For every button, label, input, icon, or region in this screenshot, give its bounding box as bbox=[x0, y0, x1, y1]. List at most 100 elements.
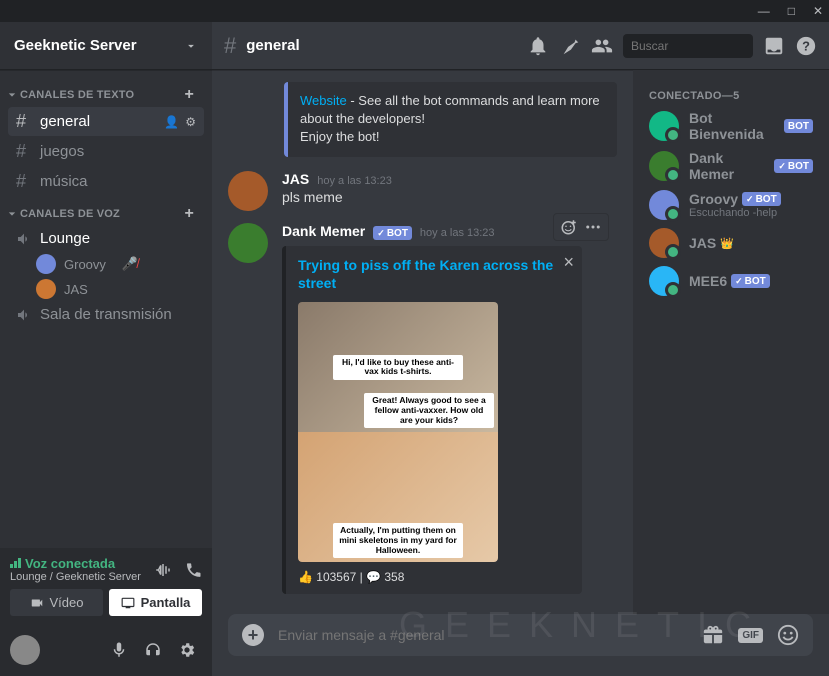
member-row[interactable]: MEE6 BOT bbox=[641, 262, 821, 300]
embed-image[interactable]: Hi, I'd like to buy these anti-vax kids … bbox=[298, 302, 498, 562]
avatar bbox=[36, 279, 56, 299]
member-row[interactable]: Dank Memer BOT bbox=[641, 146, 821, 186]
video-button[interactable]: Vídeo bbox=[10, 589, 103, 616]
notifications-icon[interactable] bbox=[527, 35, 549, 57]
message-text: pls meme bbox=[282, 189, 617, 205]
bot-tag: BOT bbox=[731, 274, 770, 288]
settings-icon[interactable] bbox=[178, 641, 196, 659]
vc-user[interactable]: Groovy 🎤̸ bbox=[4, 252, 204, 276]
avatar bbox=[649, 266, 679, 296]
voice-channel-lounge[interactable]: Lounge bbox=[8, 226, 204, 251]
embed-link[interactable]: Website bbox=[300, 93, 347, 108]
embed-title[interactable]: Trying to piss off the Karen across the … bbox=[298, 256, 570, 292]
deafen-icon[interactable] bbox=[144, 641, 162, 659]
noise-suppression-icon[interactable] bbox=[154, 561, 172, 579]
bot-tag: BOT bbox=[774, 159, 813, 173]
add-text-channel-icon[interactable]: + bbox=[184, 86, 194, 104]
voice-channel-path: Lounge / Geeknetic Server bbox=[10, 571, 141, 583]
channel-label: juegos bbox=[40, 143, 84, 160]
channel-label: general bbox=[40, 113, 90, 130]
member-name: MEE6 bbox=[689, 273, 727, 289]
message-author[interactable]: Dank Memer bbox=[282, 223, 365, 239]
text-channel-juegos[interactable]: # juegos bbox=[8, 137, 204, 166]
disconnect-icon[interactable] bbox=[184, 561, 202, 579]
screen-share-button[interactable]: Pantalla bbox=[109, 589, 202, 616]
avatar bbox=[649, 190, 679, 220]
chat-main: # general ? Website - See all the bot co… bbox=[212, 22, 829, 676]
add-reaction-icon[interactable] bbox=[560, 218, 578, 236]
help-icon[interactable]: ? bbox=[795, 35, 817, 57]
server-dropdown[interactable]: Geeknetic Server bbox=[0, 22, 212, 70]
channel-name: general bbox=[246, 37, 299, 54]
vc-user-name: JAS bbox=[64, 282, 88, 297]
hash-icon: # bbox=[16, 111, 32, 132]
message-input-box[interactable]: + GIF bbox=[228, 614, 813, 656]
window-minimize[interactable]: — bbox=[758, 4, 770, 18]
invite-icon[interactable]: 👤 bbox=[164, 115, 179, 129]
add-voice-channel-icon[interactable]: + bbox=[184, 205, 194, 223]
mute-icon[interactable] bbox=[110, 641, 128, 659]
channel-settings-icon[interactable]: ⚙ bbox=[185, 115, 196, 129]
member-list: CONECTADO—5 Bot BienvenidaBOTDank MemerB… bbox=[633, 70, 829, 614]
voice-status-label: Voz conectada bbox=[10, 556, 141, 571]
text-channel-música[interactable]: #música bbox=[8, 167, 204, 196]
text-channel-general[interactable]: # general 👤 ⚙ bbox=[8, 107, 204, 136]
window-close[interactable]: ✕ bbox=[813, 4, 823, 18]
inbox-icon[interactable] bbox=[763, 35, 785, 57]
more-icon[interactable] bbox=[584, 218, 602, 236]
chevron-down-icon bbox=[184, 39, 198, 53]
bot-tag: BOT bbox=[742, 192, 781, 206]
avatar[interactable] bbox=[228, 171, 268, 211]
member-row[interactable]: JAS👑 bbox=[641, 224, 821, 262]
voice-connected-panel: Voz conectada Lounge / Geeknetic Server … bbox=[0, 548, 212, 624]
message: JAS hoy a las 13:23 pls meme bbox=[228, 171, 617, 211]
pinned-icon[interactable] bbox=[559, 35, 581, 57]
close-icon[interactable]: × bbox=[563, 252, 574, 273]
chat-header: # general ? bbox=[212, 22, 829, 70]
member-row[interactable]: GroovyBOTEscuchando -help bbox=[641, 186, 821, 224]
attach-button[interactable]: + bbox=[242, 624, 264, 646]
channel-label: Sala de transmisión bbox=[40, 306, 172, 323]
hash-icon: # bbox=[16, 171, 32, 192]
avatar bbox=[649, 228, 679, 258]
message: Dank Memer BOT hoy a las 13:23 ×Trying to p… bbox=[228, 223, 617, 595]
bot-tag: BOT bbox=[784, 119, 813, 133]
vc-user[interactable]: JAS bbox=[4, 277, 204, 301]
message-author[interactable]: JAS bbox=[282, 171, 309, 187]
emoji-icon[interactable] bbox=[777, 624, 799, 646]
text-channels-category[interactable]: CANALES DE TEXTO + bbox=[0, 78, 208, 106]
speaker-icon bbox=[16, 231, 32, 247]
channel-sidebar: Geeknetic Server CANALES DE TEXTO + # gen… bbox=[0, 22, 212, 676]
gif-button[interactable]: GIF bbox=[738, 628, 763, 643]
bot-tag: BOT bbox=[373, 226, 412, 240]
search-box[interactable] bbox=[623, 34, 753, 58]
window-maximize[interactable]: □ bbox=[788, 4, 795, 18]
vc-user-name: Groovy bbox=[64, 257, 106, 272]
svg-text:?: ? bbox=[802, 38, 810, 53]
avatar bbox=[36, 254, 56, 274]
user-avatar[interactable] bbox=[10, 635, 40, 665]
speaker-icon bbox=[16, 307, 32, 323]
hash-icon: # bbox=[224, 33, 236, 59]
channel-label: Lounge bbox=[40, 230, 90, 247]
avatar[interactable] bbox=[228, 223, 268, 263]
hash-icon: # bbox=[16, 141, 32, 162]
member-name: Bot Bienvenida bbox=[689, 110, 780, 142]
message-timestamp: hoy a las 13:23 bbox=[420, 227, 495, 239]
message-input[interactable] bbox=[278, 627, 688, 643]
member-name: Dank Memer bbox=[689, 150, 770, 182]
voice-channels-category[interactable]: CANALES DE VOZ + bbox=[0, 197, 208, 225]
embed-card: ×Trying to piss off the Karen across the… bbox=[282, 246, 582, 594]
voice-channel-sala-de-transmisión[interactable]: Sala de transmisión bbox=[8, 302, 204, 327]
gift-icon[interactable] bbox=[702, 624, 724, 646]
member-name: Groovy bbox=[689, 191, 738, 207]
server-name: Geeknetic Server bbox=[14, 37, 137, 54]
previous-embed: Website - See all the bot commands and l… bbox=[284, 82, 617, 157]
avatar bbox=[649, 151, 679, 181]
member-row[interactable]: Bot Bienvenida BOT bbox=[641, 106, 821, 146]
embed-footer: 👍 103567 | 💬 358 bbox=[298, 570, 570, 584]
server-mute-icon: 🎤̸ bbox=[122, 256, 138, 272]
message-timestamp: hoy a las 13:23 bbox=[317, 175, 392, 187]
members-icon[interactable] bbox=[591, 35, 613, 57]
avatar bbox=[649, 111, 679, 141]
